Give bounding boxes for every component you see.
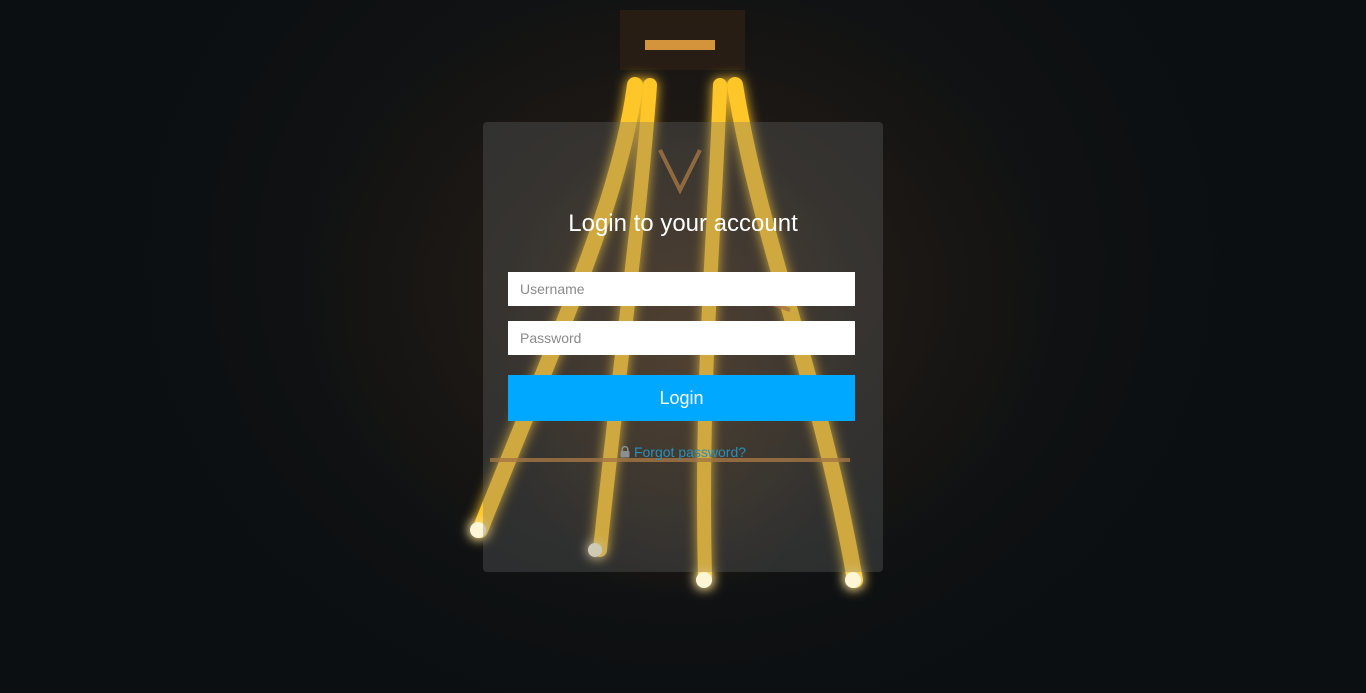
- lock-icon: [620, 446, 630, 458]
- forgot-password-label: Forgot password?: [633, 444, 747, 460]
- forgot-password-row: Forgot password?: [0, 443, 1366, 462]
- login-page: Login to your account Login Forgot passw…: [0, 0, 1366, 693]
- login-title: Login to your account: [568, 210, 798, 237]
- password-input[interactable]: [508, 321, 855, 355]
- forgot-password-link[interactable]: Forgot password?: [620, 443, 746, 461]
- username-input[interactable]: [508, 272, 855, 306]
- login-button[interactable]: Login: [508, 375, 855, 421]
